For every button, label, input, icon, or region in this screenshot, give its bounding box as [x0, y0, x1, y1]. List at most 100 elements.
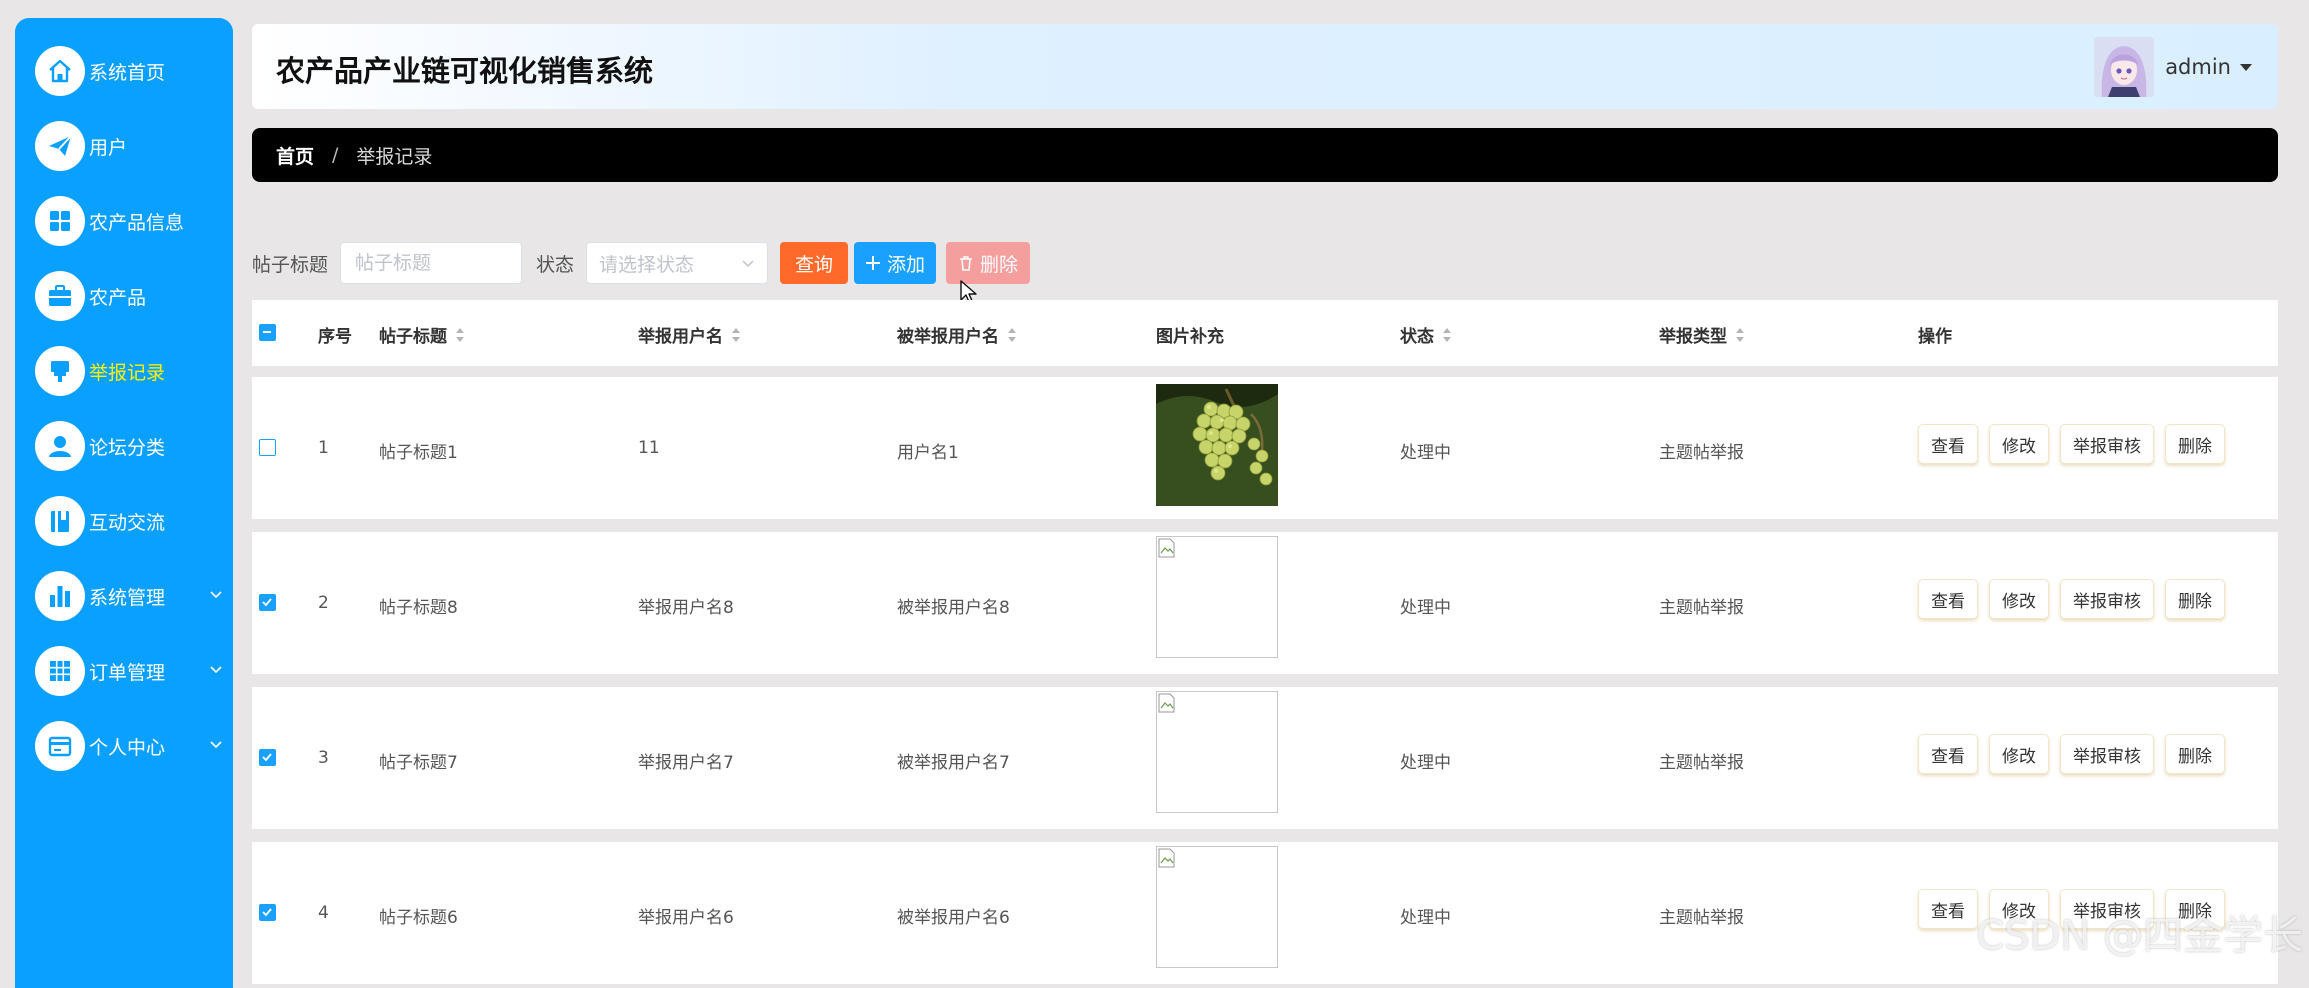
sidebar-item-label: 论坛分类 [89, 436, 166, 459]
user-icon [35, 421, 85, 471]
sort-icon[interactable] [731, 327, 741, 343]
delete-button[interactable]: 删除 [2165, 424, 2225, 464]
avatar [2094, 37, 2155, 97]
audit-button[interactable]: 举报审核 [2060, 424, 2154, 464]
row-checkbox[interactable] [259, 439, 276, 456]
cell-reporter: 11 [638, 438, 660, 458]
cell-index: 2 [318, 593, 329, 613]
delete-button[interactable]: 删除 [2165, 734, 2225, 774]
cell-reporter: 举报用户名7 [638, 753, 734, 773]
delete-button-label: 删除 [980, 253, 1019, 276]
query-button-label: 查询 [795, 253, 834, 276]
chevron-down-icon [742, 260, 754, 268]
sidebar-item-reports[interactable]: 举报记录 [35, 344, 225, 398]
row-checkbox[interactable] [259, 749, 276, 766]
broken-image-icon [1158, 848, 1175, 868]
sort-icon[interactable] [1007, 327, 1017, 343]
broken-image[interactable] [1156, 846, 1278, 968]
sidebar: 系统首页 用户 农产品信息 农产品 举报记录 论坛分类 互动交流 系统管理 订单… [15, 18, 233, 988]
sidebar-item-product-info[interactable]: 农产品信息 [35, 194, 225, 248]
table-row: 3 帖子标题7 举报用户名7 被举报用户名7 处理中 主题帖举报 查看 修改 举… [252, 687, 2278, 829]
column-header-title[interactable]: 帖子标题 [379, 322, 465, 347]
briefcase-icon [35, 271, 85, 321]
status-label: 状态 [536, 253, 575, 276]
table-icon [35, 646, 85, 696]
column-header-image: 图片补充 [1156, 327, 1224, 347]
row-checkbox[interactable] [259, 904, 276, 921]
select-all-checkbox[interactable] [259, 324, 276, 341]
paper-plane-icon [35, 121, 85, 171]
sort-icon[interactable] [1735, 327, 1745, 343]
table-row: 1 帖子标题1 11 用户名1 处理中 主题帖举报 查看 修改 举报审核 删除 [252, 377, 2278, 519]
caret-down-icon [2240, 64, 2252, 71]
column-header-reporter[interactable]: 举报用户名 [638, 322, 741, 347]
edit-button[interactable]: 修改 [1989, 424, 2049, 464]
sidebar-item-label: 农产品 [89, 286, 147, 309]
grapes-image[interactable] [1156, 384, 1278, 506]
sidebar-item-users[interactable]: 用户 [35, 119, 225, 173]
row-actions: 查看 修改 举报审核 删除 [1918, 734, 2236, 774]
sidebar-item-interaction[interactable]: 互动交流 [35, 494, 225, 548]
username: admin [2165, 55, 2231, 79]
status-select[interactable]: 请选择状态 [586, 242, 769, 284]
sidebar-item-label: 举报记录 [89, 361, 166, 384]
watermark: CSDN @四金学长 [1976, 913, 2303, 959]
column-header-status[interactable]: 状态 [1400, 322, 1452, 347]
cell-title: 帖子标题1 [379, 443, 458, 463]
column-header-reported[interactable]: 被举报用户名 [897, 322, 1017, 347]
cell-reported: 用户名1 [897, 443, 959, 463]
chevron-down-icon [210, 666, 222, 674]
cell-title: 帖子标题7 [379, 753, 458, 773]
sidebar-item-label: 系统管理 [89, 586, 166, 609]
book-icon [35, 496, 85, 546]
column-header-report-type[interactable]: 举报类型 [1659, 322, 1745, 347]
audit-button[interactable]: 举报审核 [2060, 734, 2154, 774]
delete-button[interactable]: 删除 [2165, 579, 2225, 619]
sidebar-item-home[interactable]: 系统首页 [35, 44, 225, 98]
cell-title: 帖子标题6 [379, 908, 458, 928]
broken-image[interactable] [1156, 536, 1278, 658]
view-button[interactable]: 查看 [1918, 579, 1978, 619]
sidebar-item-forum-category[interactable]: 论坛分类 [35, 419, 225, 473]
view-button[interactable]: 查看 [1918, 734, 1978, 774]
view-button[interactable]: 查看 [1918, 889, 1978, 929]
sort-icon[interactable] [1442, 327, 1452, 343]
breadcrumb-home[interactable]: 首页 [276, 142, 314, 169]
chevron-down-icon [210, 741, 222, 749]
edit-button[interactable]: 修改 [1989, 579, 2049, 619]
batch-delete-button[interactable]: 删除 [946, 242, 1031, 284]
table-row: 4 帖子标题6 举报用户名6 被举报用户名6 处理中 主题帖举报 查看 修改 举… [252, 842, 2278, 984]
cell-status: 处理中 [1400, 753, 1451, 773]
broken-image[interactable] [1156, 691, 1278, 813]
cell-index: 4 [318, 903, 329, 923]
cell-reported: 被举报用户名8 [897, 598, 1010, 618]
view-button[interactable]: 查看 [1918, 424, 1978, 464]
cell-status: 处理中 [1400, 908, 1451, 928]
bar-chart-icon [35, 571, 85, 621]
row-actions: 查看 修改 举报审核 删除 [1918, 424, 2236, 464]
title-search-input[interactable] [340, 242, 523, 284]
row-checkbox[interactable] [259, 594, 276, 611]
sidebar-item-label: 个人中心 [89, 736, 166, 759]
breadcrumb: 首页 / 举报记录 [252, 128, 2278, 182]
query-button[interactable]: 查询 [780, 242, 849, 284]
sidebar-item-label: 互动交流 [89, 511, 166, 534]
add-button[interactable]: 添加 [854, 242, 937, 284]
add-button-label: 添加 [887, 253, 926, 276]
home-icon [35, 46, 85, 96]
edit-button[interactable]: 修改 [1989, 734, 2049, 774]
user-menu[interactable]: admin [2094, 36, 2253, 98]
sort-icon[interactable] [455, 327, 465, 343]
cell-index: 1 [318, 438, 329, 458]
plus-icon [866, 256, 881, 270]
sidebar-item-system[interactable]: 系统管理 [35, 569, 225, 623]
status-select-placeholder: 请选择状态 [599, 253, 695, 276]
chevron-down-icon [210, 591, 222, 599]
trash-icon [960, 256, 973, 271]
sidebar-item-orders[interactable]: 订单管理 [35, 644, 225, 698]
breadcrumb-separator: / [332, 144, 339, 166]
audit-button[interactable]: 举报审核 [2060, 579, 2154, 619]
grid-icon [35, 196, 85, 246]
sidebar-item-products[interactable]: 农产品 [35, 269, 225, 323]
sidebar-item-profile[interactable]: 个人中心 [35, 719, 225, 773]
